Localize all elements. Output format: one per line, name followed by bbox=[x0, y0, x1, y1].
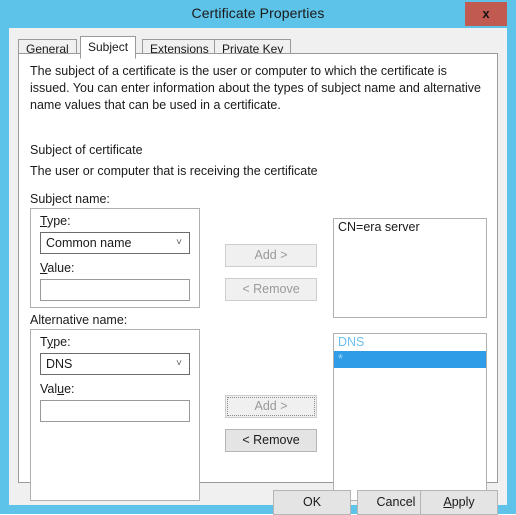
alternative-name-type-dropdown[interactable]: DNS ˅ bbox=[40, 353, 190, 375]
alternative-name-value-input[interactable] bbox=[40, 400, 190, 422]
dialog-client: General Subject Extensions Private Key T… bbox=[9, 28, 507, 515]
alternative-name-listbox[interactable]: DNS * bbox=[333, 333, 487, 501]
subject-name-add-button[interactable]: Add > bbox=[225, 244, 317, 267]
subject-of-certificate-text: The user or computer that is receiving t… bbox=[30, 164, 318, 178]
subject-name-type-value: Common name bbox=[46, 236, 132, 250]
apply-accel: A bbox=[443, 495, 452, 509]
close-icon[interactable]: x bbox=[465, 2, 507, 26]
subject-name-value-label-rest: alue: bbox=[47, 261, 75, 275]
alternative-name-type-label-rest: pe: bbox=[53, 335, 71, 349]
certificate-properties-window: Certificate Properties x General Subject… bbox=[0, 0, 516, 515]
subject-name-type-dropdown[interactable]: Common name ˅ bbox=[40, 232, 190, 254]
window-title: Certificate Properties bbox=[191, 5, 325, 21]
alternative-name-group-label: Alternative name: bbox=[30, 313, 128, 327]
subject-name-value-label: Value: bbox=[40, 261, 75, 275]
apply-label-rest: pply bbox=[451, 495, 475, 509]
chevron-down-icon: ˅ bbox=[176, 358, 182, 369]
subject-tab-page: The subject of a certificate is the user… bbox=[18, 53, 498, 501]
alternative-name-value-label-rest: e: bbox=[64, 382, 75, 396]
alternative-name-add-button[interactable]: Add > bbox=[225, 395, 317, 418]
subject-of-certificate-heading: Subject of certificate bbox=[30, 143, 143, 157]
apply-button[interactable]: Apply bbox=[420, 490, 498, 515]
subject-name-group-label: Subject name: bbox=[30, 192, 110, 206]
alternative-name-value-label-pre: Val bbox=[40, 382, 58, 396]
list-item[interactable]: * bbox=[334, 351, 486, 368]
subject-name-type-accel: T bbox=[40, 214, 47, 228]
title-bar: Certificate Properties x bbox=[0, 0, 516, 28]
subject-name-type-label: Type: bbox=[40, 214, 71, 228]
list-item[interactable]: CN=era server bbox=[334, 219, 486, 236]
subject-name-remove-button[interactable]: < Remove bbox=[225, 278, 317, 301]
alternative-name-type-label-pre: T bbox=[40, 335, 47, 349]
subject-name-type-label-rest: ype: bbox=[46, 214, 71, 228]
alternative-name-value-label: Value: bbox=[40, 382, 75, 396]
subject-name-listbox[interactable]: CN=era server bbox=[333, 218, 487, 318]
alternative-name-remove-button[interactable]: < Remove bbox=[225, 429, 317, 452]
alternative-name-type-label: Type: bbox=[40, 335, 71, 349]
chevron-down-icon: ˅ bbox=[176, 237, 182, 248]
ok-button[interactable]: OK bbox=[273, 490, 351, 515]
list-item-group-header[interactable]: DNS bbox=[334, 334, 486, 351]
alternative-name-type-value: DNS bbox=[46, 357, 73, 371]
subject-name-value-input[interactable] bbox=[40, 279, 190, 301]
tab-subject[interactable]: Subject bbox=[80, 36, 137, 59]
tab-description: The subject of a certificate is the user… bbox=[30, 64, 481, 112]
